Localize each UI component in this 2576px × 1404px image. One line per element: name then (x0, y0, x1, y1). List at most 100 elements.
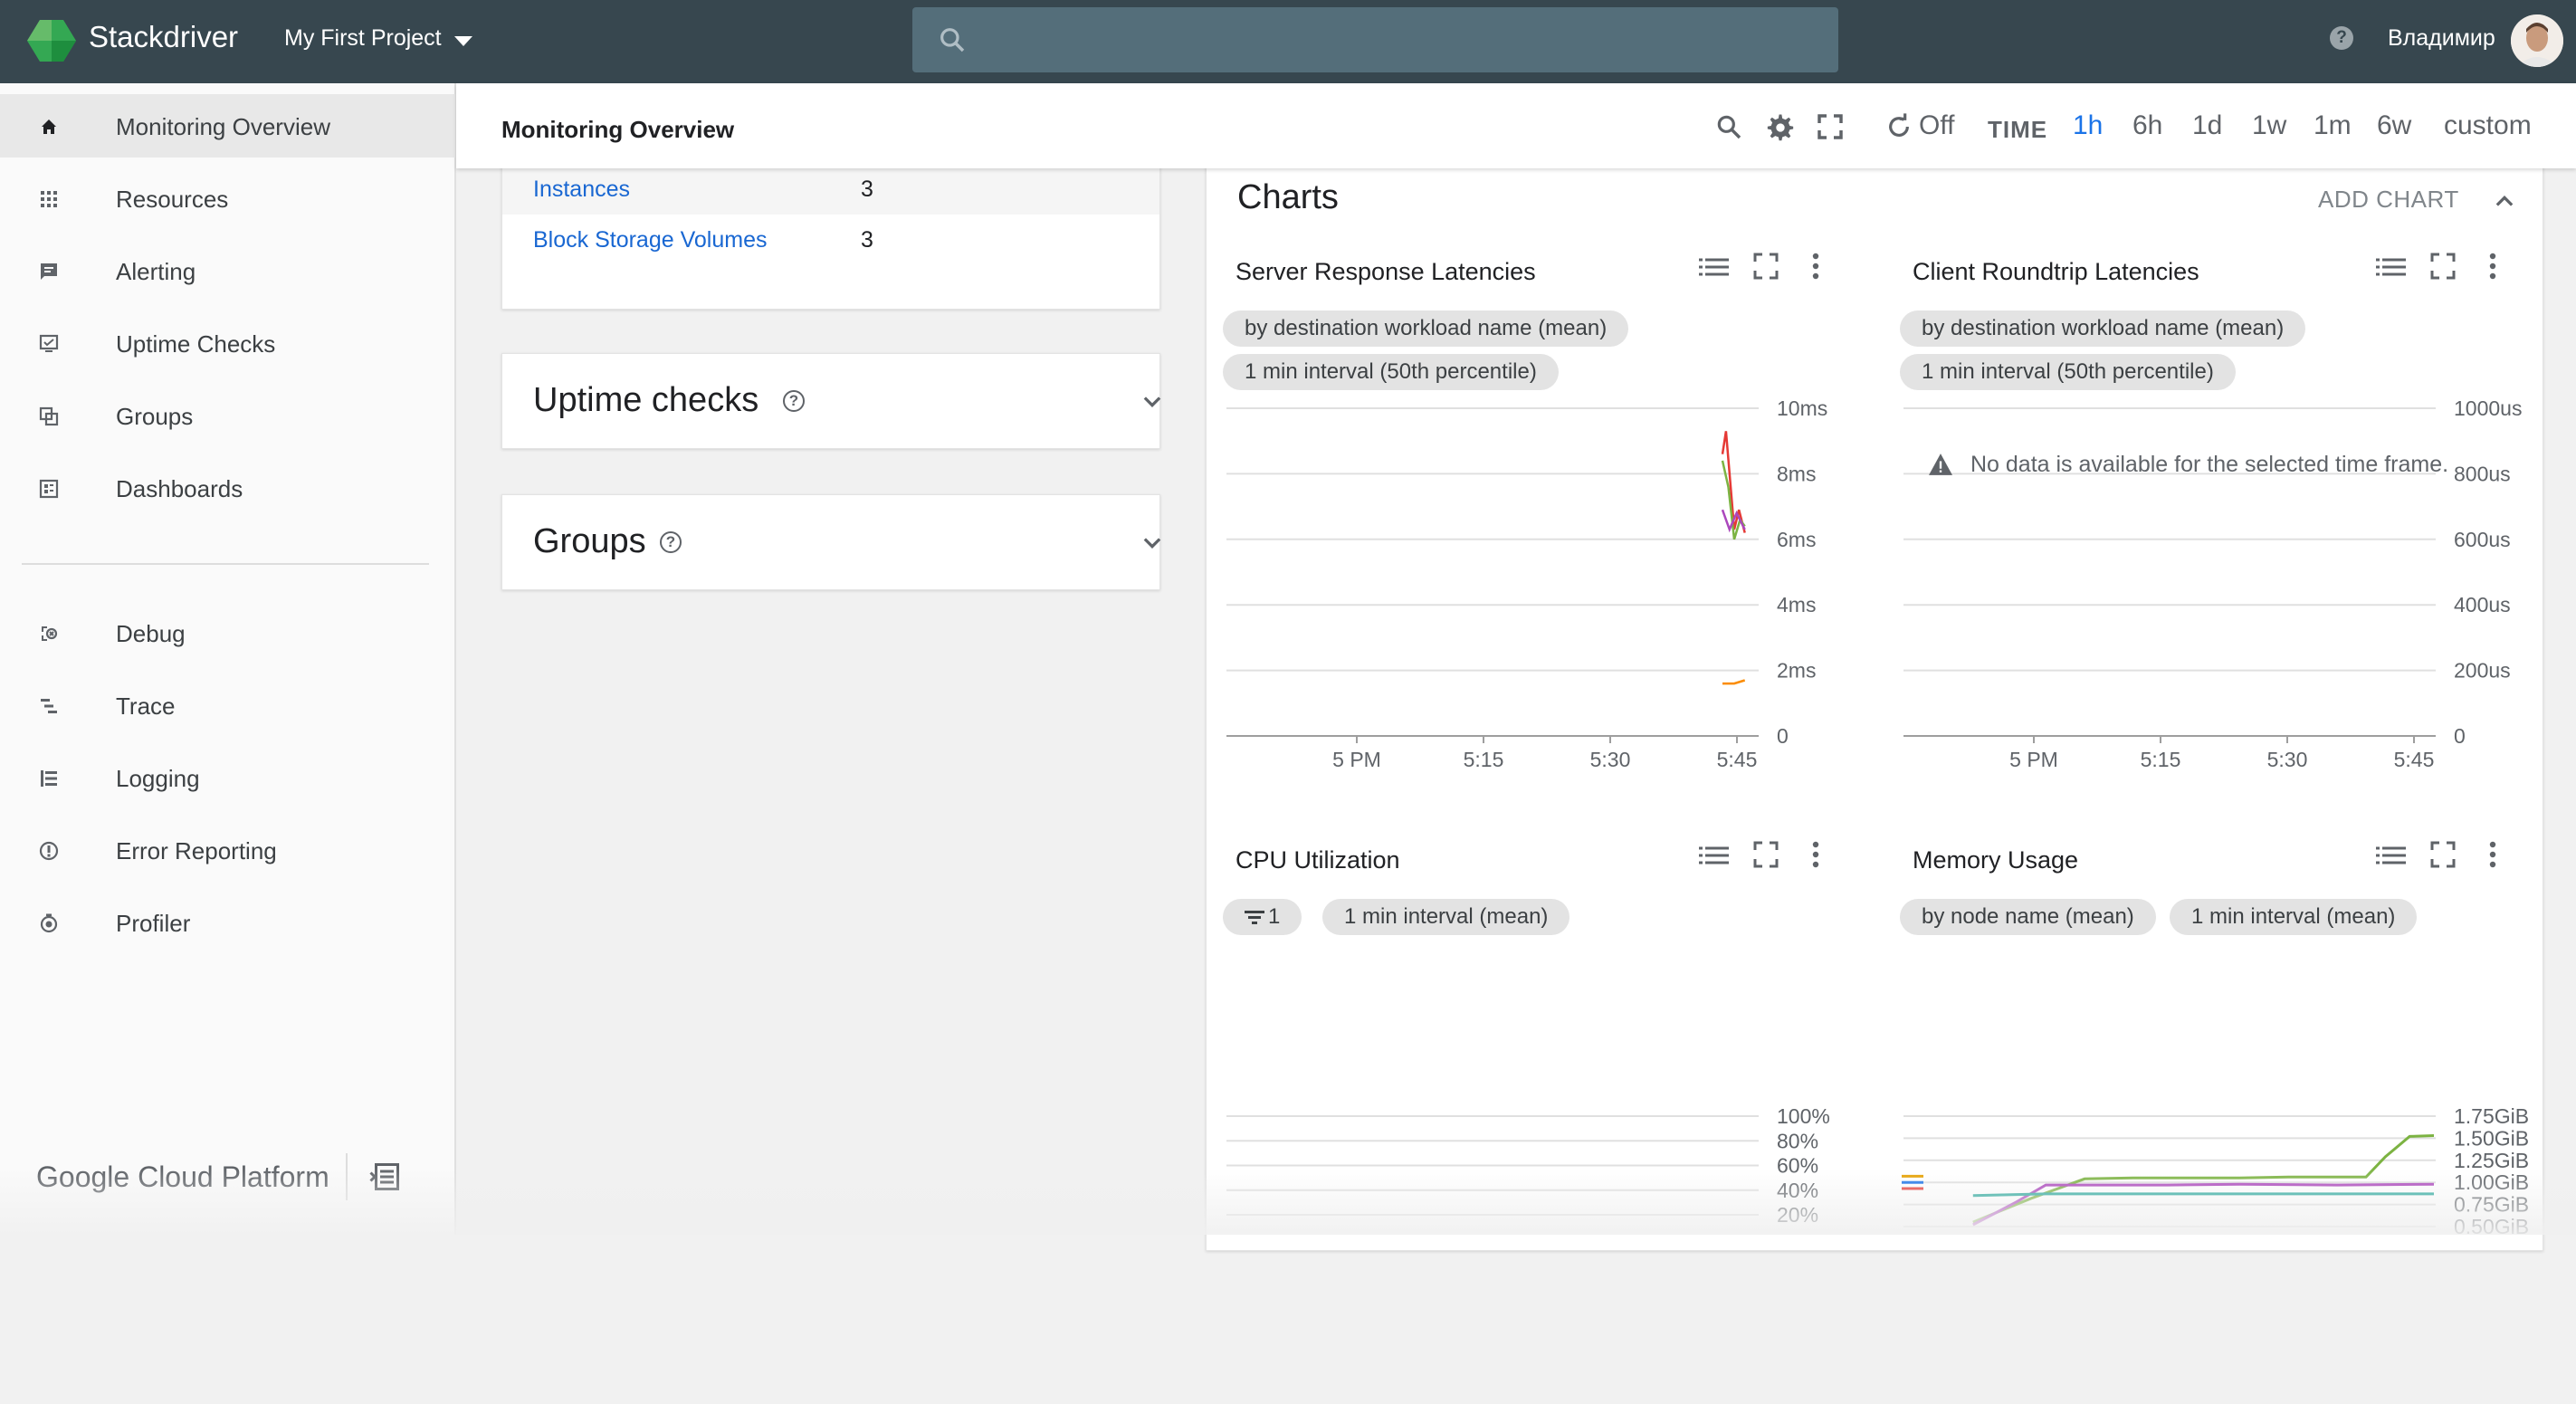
top-app-bar: Stackdriver My First Project ? Владимир (0, 0, 2576, 83)
sidebar-item-label: Trace (116, 692, 176, 720)
y-tick-label: 0 (1777, 724, 1789, 748)
sidebar-item-profiler[interactable]: Profiler (0, 891, 455, 954)
grid-icon (41, 191, 57, 207)
sidebar-item-dashboards[interactable]: Dashboards (0, 456, 455, 520)
y-tick-label: 400us (2454, 593, 2511, 616)
range-1w[interactable]: 1w (2252, 110, 2286, 141)
refresh-icon[interactable] (1884, 112, 1913, 141)
sidebar-item-groups[interactable]: Groups (0, 384, 455, 447)
sidebar-item-resources[interactable]: Resources (0, 167, 455, 230)
sidebar-item-error-reporting[interactable]: Error Reporting (0, 818, 455, 882)
y-tick-label: 600us (2454, 528, 2511, 551)
y-tick-label: 0.50GiB (2454, 1215, 2529, 1238)
y-tick-label: 1.25GiB (2454, 1149, 2529, 1172)
help-icon[interactable]: ? (783, 390, 805, 412)
y-tick-label: 4ms (1777, 593, 1816, 616)
y-tick-label: 40% (1777, 1179, 1818, 1202)
resource-count: 3 (861, 227, 873, 253)
sidebar-divider (22, 563, 429, 565)
time-label: TIME (1988, 116, 2048, 143)
avatar[interactable] (2511, 14, 2563, 67)
home-icon (42, 119, 56, 134)
series-line (1972, 1134, 2435, 1224)
search-icon (940, 28, 965, 53)
sidebar-item-debug[interactable]: Debug (0, 601, 455, 664)
sidebar-item-label: Logging (116, 765, 200, 792)
sidebar-item-label: Error Reporting (116, 837, 277, 864)
resource-link-instances[interactable]: Instances (533, 177, 630, 203)
groups-card[interactable]: Groups ? (501, 494, 1161, 590)
sidebar-item-label: Alerting (116, 258, 196, 285)
range-custom[interactable]: custom (2444, 110, 2532, 141)
series-line (1721, 460, 1746, 540)
sidebar-item-label: Monitoring Overview (116, 113, 330, 140)
sidebar-item-trace[interactable]: Trace (0, 673, 455, 737)
alert-message-icon (41, 263, 57, 280)
chart-card: CPU Utilization 1 1 min interval (mean) 100… (1223, 752, 1856, 1332)
project-selector[interactable]: My First Project (284, 25, 442, 52)
search-icon[interactable] (1714, 112, 1743, 141)
y-tick-label: 60% (1777, 1154, 1818, 1178)
gear-icon[interactable] (1765, 112, 1796, 143)
resources-card: Instances 3 Block Storage Volumes 3 (501, 163, 1160, 310)
chart-plot: 100%80%60%40%20% (1226, 1104, 1830, 1227)
user-name[interactable]: Владимир (2388, 25, 2495, 52)
y-tick-label: 10ms (1777, 396, 1827, 420)
warning-icon (1929, 454, 1952, 475)
sidebar-item-label: Profiler (116, 910, 191, 937)
y-tick-label: 0 (2454, 724, 2466, 748)
range-1h[interactable]: 1h (2073, 110, 2103, 141)
table-row[interactable]: Block Storage Volumes 3 (502, 215, 1159, 265)
uptime-checks-title: Uptime checks (533, 381, 759, 419)
page-title: Monitoring Overview (501, 116, 735, 143)
uptime-monitor-icon (39, 334, 59, 352)
y-tick-label: 8ms (1777, 462, 1816, 485)
app-name[interactable]: Stackdriver (89, 20, 238, 54)
sidebar-item-label: Resources (116, 186, 229, 213)
y-tick-label: 1000us (2454, 396, 2522, 420)
chevron-down-icon[interactable] (454, 36, 472, 46)
sidebar-item-uptime-checks[interactable]: Uptime Checks (0, 311, 455, 375)
chart-card: Memory Usage by node name (mean) 1 min int… (1900, 752, 2533, 1332)
y-tick-label: 800us (2454, 462, 2511, 485)
sidebar-item-monitoring-overview[interactable]: Monitoring Overview (0, 94, 455, 158)
chart-card: Server Response Latencies by destination … (1223, 164, 1856, 771)
resource-link-block-storage[interactable]: Block Storage Volumes (533, 227, 767, 253)
sidebar-item-alerting[interactable]: Alerting (0, 239, 455, 302)
collapse-sidebar-icon[interactable] (369, 1160, 402, 1193)
y-tick-label: 6ms (1777, 528, 1816, 551)
range-1m[interactable]: 1m (2314, 110, 2352, 141)
chevron-down-icon[interactable] (1140, 388, 1165, 414)
groups-title: Groups (533, 522, 646, 560)
y-tick-label: 1.50GiB (2454, 1126, 2529, 1150)
y-tick-label: 1.00GiB (2454, 1170, 2529, 1194)
sidebar-item-label: Groups (116, 403, 194, 430)
sidebar-item-logging[interactable]: Logging (0, 746, 455, 809)
auto-refresh-toggle[interactable]: Off (1919, 110, 1954, 141)
sidebar: Monitoring Overview Resources Alerting U… (0, 83, 456, 1235)
dashboard-icon (39, 479, 59, 499)
help-icon[interactable]: ? (660, 531, 682, 553)
table-row[interactable]: Instances 3 (502, 164, 1159, 215)
y-tick-label: 0.75GiB (2454, 1193, 2529, 1217)
help-icon[interactable]: ? (2330, 26, 2353, 50)
trace-icon (41, 699, 57, 713)
error-reporting-icon (39, 841, 59, 861)
search-bar[interactable] (912, 7, 1838, 72)
y-tick-label: 20% (1777, 1203, 1818, 1227)
uptime-checks-card[interactable]: Uptime checks ? (501, 353, 1161, 449)
chevron-down-icon[interactable] (1140, 530, 1165, 555)
range-1d[interactable]: 1d (2192, 110, 2222, 141)
groups-icon (39, 406, 59, 426)
search-input[interactable] (983, 20, 1801, 62)
resource-count: 3 (861, 177, 873, 202)
fullscreen-icon[interactable] (1816, 112, 1845, 141)
sidebar-item-label: Debug (116, 620, 186, 647)
range-6h[interactable]: 6h (2132, 110, 2162, 141)
content-header: Monitoring Overview Off TIME 1h 6h 1d 1w… (456, 83, 2576, 168)
chart-card: Client Roundtrip Latencies by destination… (1900, 164, 2533, 771)
y-tick-label: 200us (2454, 659, 2511, 683)
stackdriver-logo-icon[interactable] (27, 20, 76, 62)
y-tick-label: 1.75GiB (2454, 1104, 2529, 1128)
range-6w[interactable]: 6w (2377, 110, 2411, 141)
